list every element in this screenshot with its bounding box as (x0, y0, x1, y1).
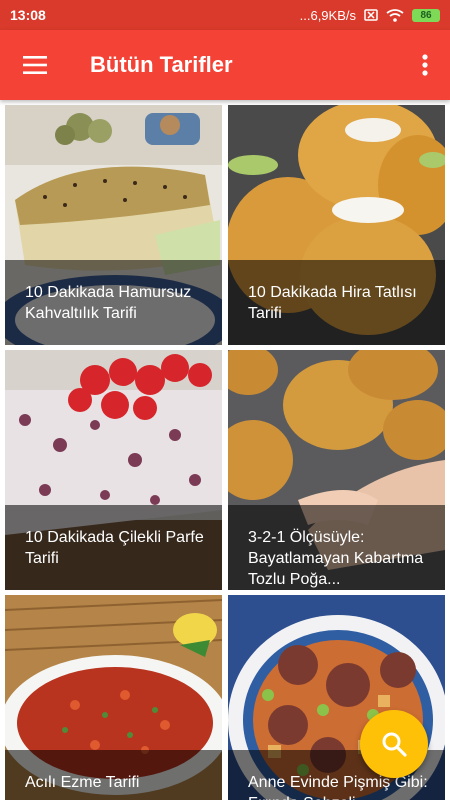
recipe-card[interactable]: 10 Dakikada Hira Tatlısı Tarifi (228, 105, 445, 345)
recipe-card[interactable]: 10 Dakikada Hamursuz Kahvaltılık Tarifi (5, 105, 222, 345)
recipe-card[interactable]: Acılı Ezme Tarifi (5, 595, 222, 800)
page-title: Bütün Tarifler (90, 52, 233, 77)
recipe-card[interactable]: 10 Dakikada Çilekli Parfe Tarifi (5, 350, 222, 590)
hamburger-menu-icon (23, 56, 47, 74)
status-icons: ...6,9KB/s 86 (300, 8, 440, 23)
recipe-title: Acılı Ezme Tarifi (5, 750, 222, 800)
recipe-title: 10 Dakikada Hamursuz Kahvaltılık Tarifi (5, 260, 222, 345)
recipe-title: 10 Dakikada Hira Tatlısı Tarifi (228, 260, 445, 345)
battery-indicator: 86 (412, 8, 440, 22)
recipe-card[interactable]: 3-2-1 Ölçüsüyle: Bayatlamayan Kabartma T… (228, 350, 445, 590)
recipe-title: 10 Dakikada Çilekli Parfe Tarifi (5, 505, 222, 590)
sim-off-icon (364, 9, 378, 21)
recipe-title: 3-2-1 Ölçüsüyle: Bayatlamayan Kabartma T… (228, 505, 445, 590)
menu-button[interactable] (0, 30, 70, 100)
more-vert-icon (422, 54, 428, 76)
status-bar: 13:08 ...6,9KB/s 86 (0, 0, 450, 30)
status-time: 13:08 (10, 7, 46, 23)
network-speed: ...6,9KB/s (299, 7, 356, 23)
wifi-icon (386, 8, 404, 22)
app-bar: Bütün Tarifler (0, 30, 450, 100)
overflow-menu-button[interactable] (400, 30, 450, 100)
recipe-grid: 10 Dakikada Hamursuz Kahvaltılık Tarifi … (0, 100, 450, 800)
search-button[interactable] (360, 710, 428, 778)
search-icon (382, 732, 407, 757)
